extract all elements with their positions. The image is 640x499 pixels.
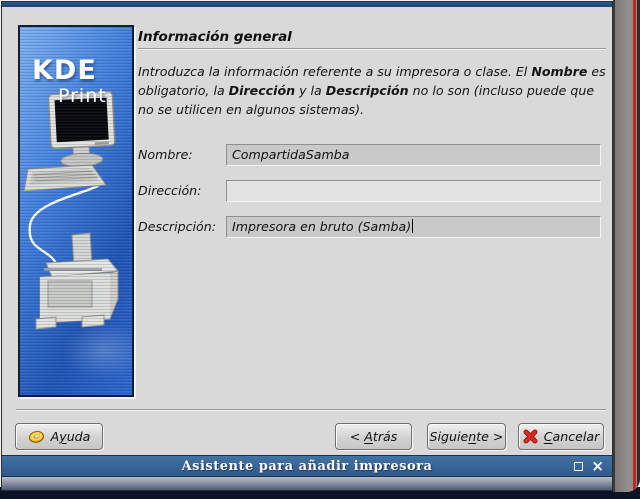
nombre-input[interactable]: CompartidaSamba	[226, 144, 601, 166]
intro-bold-descripcion: Descripción	[326, 83, 409, 98]
life-buoy-icon	[28, 429, 45, 444]
maximize-icon[interactable]	[574, 462, 583, 471]
help-button[interactable]: Ayuda	[15, 423, 103, 450]
help-label: Ayuda	[51, 429, 91, 444]
close-icon[interactable]: ×	[591, 459, 604, 474]
form-row-descripcion: Descripción: Impresora en bruto (Samba)	[138, 216, 606, 238]
descripcion-label: Descripción:	[138, 219, 216, 234]
title-separator	[138, 48, 606, 50]
form-row-nombre: Nombre: CompartidaSamba	[138, 144, 606, 166]
intro-segment: y la	[295, 83, 326, 98]
next-label: Siguiente >	[430, 429, 504, 444]
window-titlebar[interactable]: Asistente para añadir impresora ×	[2, 455, 612, 477]
neighbor-window-border	[613, 0, 640, 492]
print-logo-text: Print	[58, 85, 107, 107]
form-row-direccion: Dirección:	[138, 180, 606, 202]
kde-logo-text: KDE	[32, 55, 97, 86]
cancel-label: Cancelar	[544, 429, 600, 444]
wizard-window: KDE Print Información general Introduzca…	[1, 1, 613, 491]
neighbor-red-stripe	[633, 0, 636, 492]
next-button[interactable]: Siguiente >	[427, 423, 506, 450]
back-button[interactable]: < Atrás	[335, 423, 412, 450]
direccion-input[interactable]	[226, 180, 601, 202]
intro-segment: Introduzca la información referente a su…	[138, 64, 531, 79]
cancel-button[interactable]: Cancelar	[518, 423, 604, 450]
page-title: Información general	[138, 29, 292, 45]
descripcion-input[interactable]: Impresora en bruto (Samba)	[226, 216, 601, 238]
intro-bold-nombre: Nombre	[531, 64, 587, 79]
back-label: < Atrás	[350, 429, 398, 444]
titlebar-controls: ×	[574, 456, 604, 476]
window-bottom-frame	[2, 477, 612, 490]
red-x-icon	[523, 429, 538, 444]
window-title: Asistente para añadir impresora	[182, 459, 433, 474]
descripcion-value: Impresora en bruto (Samba)	[232, 219, 411, 234]
direccion-label: Dirección:	[138, 183, 201, 198]
nombre-value: CompartidaSamba	[232, 147, 350, 162]
kdeprint-sidebar-image: KDE Print	[18, 25, 134, 397]
intro-text: Introduzca la información referente a su…	[138, 62, 610, 119]
nombre-label: Nombre:	[138, 147, 193, 162]
dialog-content: KDE Print Información general Introduzca…	[2, 7, 612, 455]
button-separator	[16, 409, 606, 411]
intro-bold-direccion: Dirección	[229, 83, 295, 98]
text-caret	[412, 219, 413, 233]
